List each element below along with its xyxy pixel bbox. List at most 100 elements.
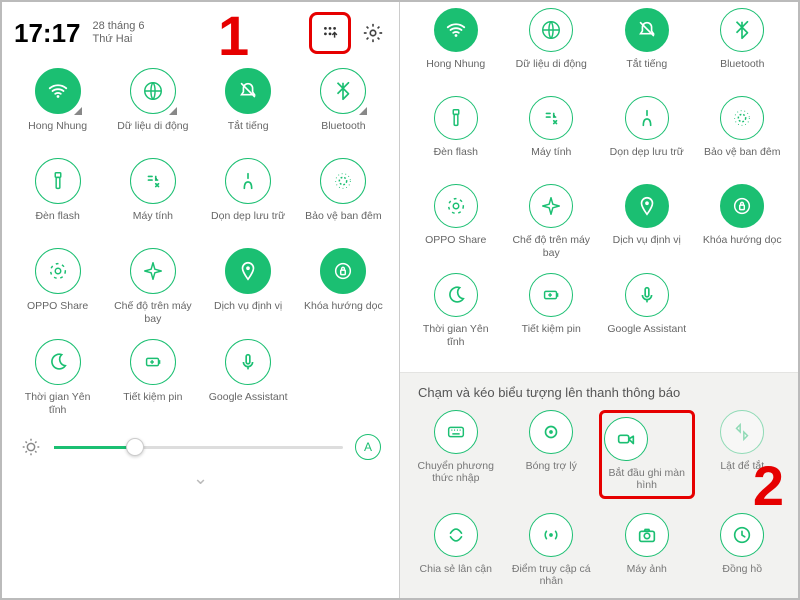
tile-share[interactable]: OPPO Share bbox=[408, 184, 504, 259]
moon-icon bbox=[35, 339, 81, 385]
clock-time: 17:17 bbox=[14, 18, 81, 49]
brightness-row: A bbox=[2, 416, 399, 466]
tile-label: Khóa hướng dọc bbox=[703, 234, 782, 258]
tile-bluetooth[interactable]: Bluetooth bbox=[695, 8, 791, 82]
drawer-title: Chạm và kéo biểu tượng lên thanh thông b… bbox=[408, 385, 790, 410]
settings-button[interactable] bbox=[359, 19, 387, 47]
night-icon bbox=[720, 96, 764, 140]
tile-wifi[interactable]: Hong Nhung bbox=[408, 8, 504, 82]
tile-night[interactable]: Bảo vệ ban đêm bbox=[296, 158, 391, 234]
annotation-1: 1 bbox=[218, 8, 249, 64]
tile-mic[interactable]: Google Assistant bbox=[201, 339, 296, 416]
tile-label: Bóng trợ lý bbox=[526, 460, 577, 484]
tile-camera[interactable]: Máy ảnh bbox=[599, 513, 695, 588]
tile-label: Dữ liệu di động bbox=[516, 58, 587, 82]
tile-clock[interactable]: Đồng hồ bbox=[695, 513, 791, 588]
tile-nearby[interactable]: Chia sẻ lân cận bbox=[408, 513, 504, 588]
status-date: 28 tháng 6 Thứ Hai bbox=[93, 20, 145, 46]
tile-location[interactable]: Dịch vụ định vị bbox=[201, 248, 296, 325]
tile-share[interactable]: OPPO Share bbox=[10, 248, 105, 325]
tile-label: Dịch vụ định vị bbox=[214, 300, 282, 324]
cleanup-icon bbox=[625, 96, 669, 140]
tile-label: Bảo vệ ban đêm bbox=[704, 146, 780, 170]
tile-bell-off[interactable]: Tắt tiếng bbox=[599, 8, 695, 82]
quick-tiles-grid: Hong Nhung Dữ liệu di động Tắt tiếng Blueto… bbox=[2, 54, 399, 416]
tile-hotspot[interactable]: Điểm truy cập cá nhân bbox=[504, 513, 600, 588]
tile-label: Bắt đầu ghi màn hình bbox=[604, 467, 690, 492]
panel-handle[interactable]: ⌄ bbox=[2, 466, 399, 493]
quick-tiles-grid-edit: Hong Nhung Dữ liệu di động Tắt tiếng Blueto… bbox=[400, 2, 798, 348]
tile-label: Tắt tiếng bbox=[228, 120, 269, 144]
tile-label: Hong Nhung bbox=[426, 58, 485, 82]
mic-icon bbox=[225, 339, 271, 385]
keyboard-icon bbox=[434, 410, 478, 454]
tile-mic[interactable]: Google Assistant bbox=[599, 273, 695, 348]
camera-icon bbox=[625, 513, 669, 557]
tile-lock-rotate[interactable]: Khóa hướng dọc bbox=[695, 184, 791, 259]
tile-label: Thời gian Yên tĩnh bbox=[413, 323, 499, 348]
tile-keyboard[interactable]: Chuyển phương thức nhập bbox=[408, 410, 504, 499]
tile-cleanup[interactable]: Dọn dẹp lưu trữ bbox=[599, 96, 695, 170]
tile-label: Dữ liệu di động bbox=[117, 120, 188, 144]
moon-icon bbox=[434, 273, 478, 317]
tile-globe[interactable]: Dữ liệu di động bbox=[105, 68, 200, 144]
tile-calculator[interactable]: Máy tính bbox=[504, 96, 600, 170]
flashlight-icon bbox=[35, 158, 81, 204]
tile-label: Dọn dẹp lưu trữ bbox=[610, 146, 684, 170]
tile-airplane[interactable]: Chế độ trên máy bay bbox=[105, 248, 200, 325]
bluetooth-icon bbox=[320, 68, 366, 114]
ball-icon bbox=[529, 410, 573, 454]
calculator-icon bbox=[130, 158, 176, 204]
tile-label: Tiết kiệm pin bbox=[522, 323, 581, 347]
tile-moon[interactable]: Thời gian Yên tĩnh bbox=[10, 339, 105, 416]
tile-globe[interactable]: Dữ liệu di động bbox=[504, 8, 600, 82]
tile-label: Tắt tiếng bbox=[626, 58, 667, 82]
tile-label: Dọn dẹp lưu trữ bbox=[211, 210, 285, 234]
tile-bell-off[interactable]: Tắt tiếng bbox=[201, 68, 296, 144]
brightness-slider[interactable] bbox=[54, 446, 343, 449]
bell-off-icon bbox=[225, 68, 271, 114]
location-icon bbox=[225, 248, 271, 294]
edit-tiles-highlight bbox=[309, 12, 351, 54]
screen-record-highlight: Bắt đầu ghi màn hình bbox=[599, 410, 695, 499]
tile-label: Bluetooth bbox=[720, 58, 764, 82]
tile-night[interactable]: Bảo vệ ban đêm bbox=[695, 96, 791, 170]
tile-wifi[interactable]: Hong Nhung bbox=[10, 68, 105, 144]
drawer-tiles-grid: Chuyển phương thức nhập Bóng trợ lý Bắt đầ… bbox=[408, 410, 790, 588]
tile-airplane[interactable]: Chế độ trên máy bay bbox=[504, 184, 600, 259]
quick-settings-panel-before: 17:17 28 tháng 6 Thứ Hai 1 Hong Nhung Dữ … bbox=[2, 2, 400, 598]
tile-calculator[interactable]: Máy tính bbox=[105, 158, 200, 234]
airplane-icon bbox=[529, 184, 573, 228]
tile-flashlight[interactable]: Đèn flash bbox=[10, 158, 105, 234]
globe-icon bbox=[130, 68, 176, 114]
tile-location[interactable]: Dịch vụ định vị bbox=[599, 184, 695, 259]
globe-icon bbox=[529, 8, 573, 52]
date-line1: 28 tháng 6 bbox=[93, 20, 145, 33]
nearby-icon bbox=[434, 513, 478, 557]
tile-battery-save[interactable]: Tiết kiệm pin bbox=[504, 273, 600, 348]
bluetooth-icon bbox=[720, 8, 764, 52]
tile-label: Bảo vệ ban đêm bbox=[305, 210, 381, 234]
tile-label: Bluetooth bbox=[321, 120, 365, 144]
auto-brightness-toggle[interactable]: A bbox=[355, 434, 381, 460]
tile-label: Đèn flash bbox=[434, 146, 478, 170]
tile-flashlight[interactable]: Đèn flash bbox=[408, 96, 504, 170]
tile-label: Khóa hướng dọc bbox=[304, 300, 383, 324]
battery-save-icon bbox=[130, 339, 176, 385]
tile-battery-save[interactable]: Tiết kiệm pin bbox=[105, 339, 200, 416]
airplane-icon bbox=[130, 248, 176, 294]
share-icon bbox=[434, 184, 478, 228]
tile-bluetooth[interactable]: Bluetooth bbox=[296, 68, 391, 144]
edit-tiles-button[interactable] bbox=[314, 17, 346, 49]
annotation-2: 2 bbox=[753, 458, 784, 514]
tile-cleanup[interactable]: Dọn dẹp lưu trữ bbox=[201, 158, 296, 234]
night-icon bbox=[320, 158, 366, 204]
tile-record[interactable]: Bắt đầu ghi màn hình bbox=[599, 410, 695, 499]
tile-ball[interactable]: Bóng trợ lý bbox=[504, 410, 600, 499]
tile-lock-rotate[interactable]: Khóa hướng dọc bbox=[296, 248, 391, 325]
brightness-icon bbox=[20, 436, 42, 458]
tile-moon[interactable]: Thời gian Yên tĩnh bbox=[408, 273, 504, 348]
tile-label: Google Assistant bbox=[209, 391, 288, 415]
battery-save-icon bbox=[529, 273, 573, 317]
tile-label: Chế độ trên máy bay bbox=[110, 300, 196, 325]
